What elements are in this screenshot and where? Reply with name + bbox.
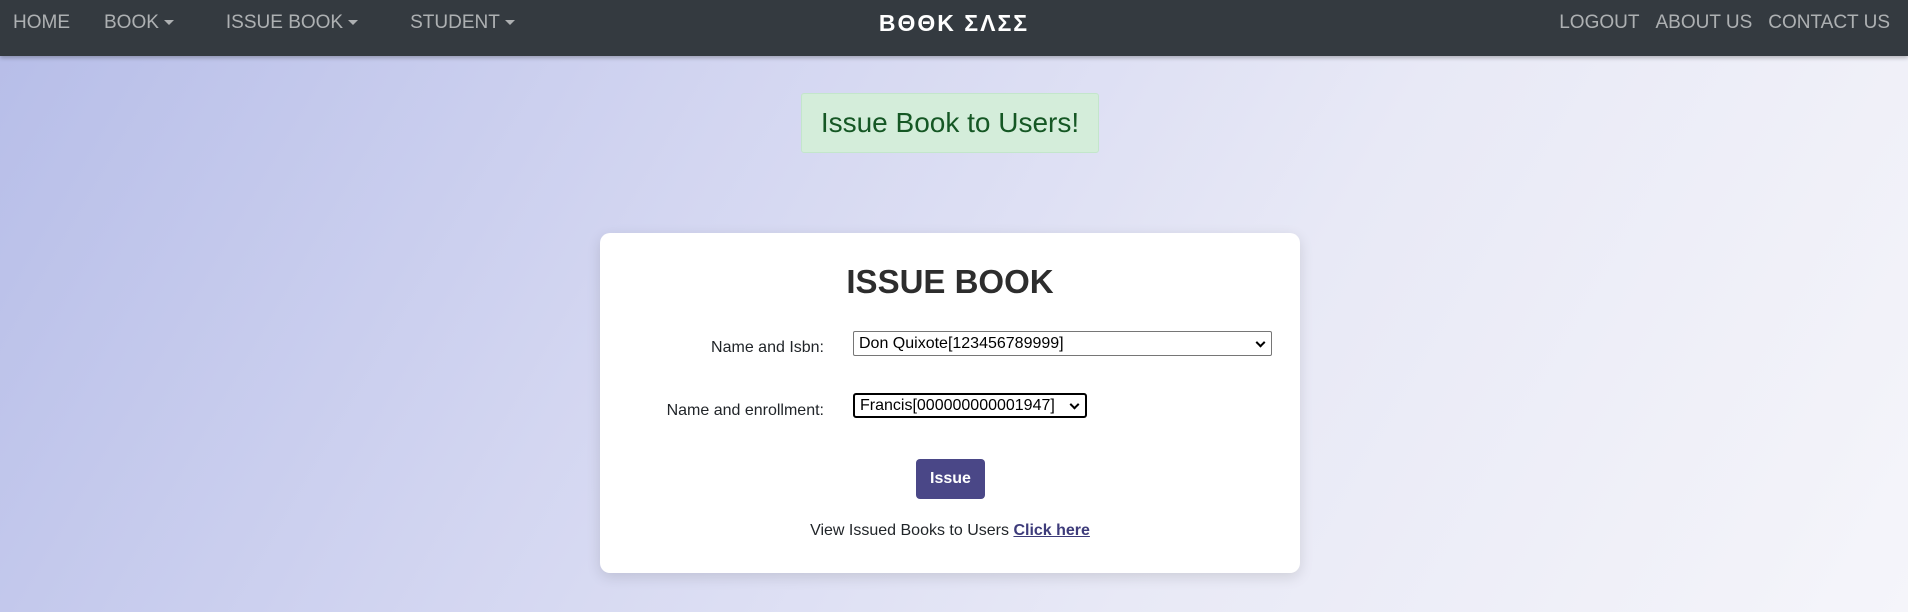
view-issued-text: View Issued Books to Users	[810, 522, 1009, 539]
nav-contact-link[interactable]: CONTACT US	[1768, 12, 1890, 34]
nav-about-link[interactable]: ABOUT US	[1655, 12, 1752, 34]
caret-down-icon	[504, 19, 515, 25]
card-title: ISSUE BOOK	[846, 263, 1054, 300]
nav-book-label: BOOK	[104, 12, 159, 33]
view-issued-footer: View Issued Books to Users Click here	[600, 522, 1300, 540]
nav-issue-book-label: ISSUE BOOK	[225, 12, 344, 33]
nav-logout-link[interactable]: LOGOUT	[1559, 12, 1639, 34]
book-select-label: Name and Isbn:	[711, 339, 824, 356]
student-select-value: Francis[000000000001947]	[860, 396, 1055, 414]
caret-down-icon	[348, 19, 359, 25]
success-alert: Issue Book to Users!	[801, 93, 1099, 153]
caret-down-icon	[163, 19, 174, 25]
chevron-down-icon	[1069, 399, 1080, 410]
book-select[interactable]: Don Quixote[123456789999]	[853, 331, 1272, 356]
issue-book-card: ISSUE BOOK Name and Isbn: Don Quixote[12…	[600, 233, 1300, 573]
top-navbar: HOME BOOK ISSUE BOOK STUDENT ΒΘΘΚ ΣΛΣΣ L…	[0, 0, 1908, 56]
nav-book-dropdown[interactable]: BOOK	[104, 12, 174, 34]
view-issued-link[interactable]: Click here	[1013, 522, 1089, 539]
nav-student-dropdown[interactable]: STUDENT	[410, 12, 515, 34]
nav-left-group: HOME BOOK ISSUE BOOK STUDENT	[13, 0, 515, 46]
brand-logo[interactable]: ΒΘΘΚ ΣΛΣΣ	[879, 10, 1029, 37]
chevron-down-icon	[1255, 337, 1266, 348]
book-select-value: Don Quixote[123456789999]	[859, 334, 1064, 352]
nav-student-label: STUDENT	[410, 12, 500, 33]
nav-issue-book-dropdown[interactable]: ISSUE BOOK	[225, 12, 359, 34]
nav-right-group: LOGOUT ABOUT US CONTACT US	[1543, 0, 1890, 46]
student-select-label: Name and enrollment:	[666, 402, 824, 419]
issue-button[interactable]: Issue	[916, 459, 985, 499]
nav-home-label: HOME	[13, 12, 70, 33]
student-select[interactable]: Francis[000000000001947]	[853, 393, 1087, 418]
nav-home-link[interactable]: HOME	[13, 12, 70, 34]
